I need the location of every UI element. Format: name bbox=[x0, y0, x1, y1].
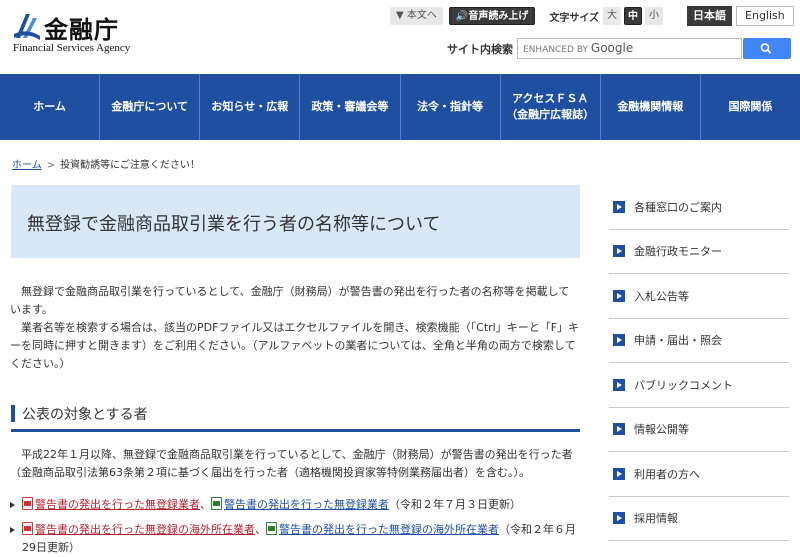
sidebar-item-contact-windows[interactable]: 各種窓口のご案内 bbox=[609, 185, 789, 230]
download-link-list: 警告書の発出を行った無登録業者、 警告書の発出を行った無登録業者（令和２年７月３日… bbox=[10, 496, 585, 557]
nav-access-fsa[interactable]: アクセスＦＳＡ （金融庁広報誌） bbox=[501, 74, 601, 140]
sidebar-item-applications[interactable]: 申請・届出・照会 bbox=[609, 319, 789, 363]
google-logo: Google bbox=[590, 41, 634, 55]
section-heading: 公表の対象とする者 bbox=[11, 402, 580, 432]
nav-laws-guidelines[interactable]: 法令・指針等 bbox=[401, 74, 501, 140]
sidebar-item-label: 入札公告等 bbox=[634, 289, 689, 303]
sidebar-item-label: パブリックコメント bbox=[634, 378, 733, 392]
overseas-unregistered-dealers-excel-link[interactable]: 警告書の発出を行った無登録の海外所在業者 bbox=[279, 523, 499, 536]
section-heading-bar bbox=[11, 405, 15, 422]
link-separator: 、 bbox=[255, 523, 266, 536]
page-title-box: 無登録で金融商品取引業を行う者の名称等について bbox=[11, 185, 580, 258]
bullet-arrow-icon bbox=[10, 502, 15, 508]
sidebar-item-admin-monitor[interactable]: 金融行政モニター bbox=[609, 230, 789, 274]
search-enhanced-label: ENHANCED BY bbox=[523, 45, 591, 55]
speaker-icon: 🔊 bbox=[455, 11, 469, 22]
font-size-large-button[interactable]: 大 bbox=[603, 7, 622, 25]
pdf-icon bbox=[22, 497, 33, 510]
nav-news-pr[interactable]: お知らせ・広報 bbox=[200, 74, 301, 140]
excel-icon bbox=[266, 522, 277, 535]
skip-to-content-button[interactable]: ▼ 本文へ bbox=[390, 7, 443, 25]
list-item: 警告書の発出を行った無登録の海外所在業者、 警告書の発出を行った無登録の海外所在業… bbox=[10, 521, 585, 557]
chevron-right-icon bbox=[613, 245, 625, 258]
sidebar-item-tenders[interactable]: 入札公告等 bbox=[609, 274, 789, 319]
lang-japanese-button[interactable]: 日本語 bbox=[687, 6, 733, 26]
chevron-right-icon bbox=[613, 512, 625, 525]
search-icon bbox=[760, 43, 772, 54]
unregistered-dealers-excel-link[interactable]: 警告書の発出を行った無登録業者 bbox=[224, 498, 389, 511]
sidebar-item-public-comment[interactable]: パブリックコメント bbox=[609, 363, 789, 408]
chevron-right-icon bbox=[613, 289, 625, 302]
chevron-right-icon bbox=[613, 467, 625, 480]
sidebar-item-label: 採用情報 bbox=[634, 512, 678, 526]
overseas-unregistered-dealers-pdf-link[interactable]: 警告書の発出を行った無登録の海外所在業者 bbox=[35, 523, 255, 536]
read-aloud-label: 音声読み上げ bbox=[468, 11, 529, 22]
font-size-medium-button[interactable]: 中 bbox=[624, 7, 643, 25]
site-header: 金融庁 Financial Services Agency ▼ 本文へ 🔊音声読… bbox=[0, 0, 800, 74]
unregistered-dealers-pdf-link[interactable]: 警告書の発出を行った無登録業者 bbox=[35, 498, 200, 511]
chevron-right-icon bbox=[613, 378, 625, 391]
lang-english-button[interactable]: English bbox=[736, 6, 794, 26]
sidebar-item-for-users[interactable]: 利用者の方へ bbox=[609, 452, 789, 497]
logo-title: 金融庁 bbox=[44, 15, 119, 44]
nav-international[interactable]: 国際関係 bbox=[701, 74, 800, 140]
sidebar-item-label: 申請・届出・照会 bbox=[634, 334, 722, 348]
page-title: 無登録で金融商品取引業を行う者の名称等について bbox=[27, 214, 441, 235]
breadcrumb-current: 投資勧誘等にご注意ください！ bbox=[60, 160, 200, 171]
logo-subtitle: Financial Services Agency bbox=[13, 42, 131, 54]
font-size-small-button[interactable]: 小 bbox=[645, 7, 664, 25]
update-note: （令和２年７月３日更新） bbox=[389, 498, 521, 511]
section-body: 平成22年１月以降、無登録で金融商品取引業を行っているとして、金融庁（財務局）が… bbox=[10, 446, 580, 482]
font-size-label: 文字サイズ bbox=[549, 12, 600, 24]
sidebar-item-label: 利用者の方へ bbox=[634, 467, 700, 481]
section-paragraph: 平成22年１月以降、無登録で金融商品取引業を行っているとして、金融庁（財務局）が… bbox=[10, 448, 573, 479]
section-heading-text: 公表の対象とする者 bbox=[22, 407, 148, 423]
nav-about-fsa[interactable]: 金融庁について bbox=[100, 74, 201, 140]
sidebar-item-info-disclosure[interactable]: 情報公開等 bbox=[609, 408, 789, 452]
breadcrumb-separator: > bbox=[46, 160, 56, 171]
intro-text: 無登録で金融商品取引業を行っているとして、金融庁（財務局）が警告書の発出を行った… bbox=[10, 283, 580, 373]
nav-financial-institutions[interactable]: 金融機関情報 bbox=[601, 74, 701, 140]
fsa-logo[interactable]: 金融庁 Financial Services Agency bbox=[12, 8, 152, 58]
chevron-right-icon bbox=[613, 334, 625, 347]
excel-icon bbox=[211, 497, 222, 510]
site-search-label: サイト内検索 bbox=[447, 43, 513, 56]
sidebar-item-label: 情報公開等 bbox=[634, 423, 689, 437]
search-input[interactable]: ENHANCED BY Google bbox=[517, 38, 742, 59]
utility-bar: ▼ 本文へ 🔊音声読み上げ 文字サイズ 大 中 小 日本語 English bbox=[390, 6, 794, 26]
read-aloud-button[interactable]: 🔊音声読み上げ bbox=[448, 7, 536, 25]
sidebar-item-label: 各種窓口のご案内 bbox=[634, 200, 722, 214]
sidebar: 各種窓口のご案内 金融行政モニター 入札公告等 申請・届出・照会 パブリックコメ… bbox=[609, 185, 789, 541]
breadcrumb: ホーム > 投資勧誘等にご注意ください！ bbox=[12, 156, 200, 171]
bullet-arrow-icon bbox=[10, 527, 15, 533]
nav-policy-councils[interactable]: 政策・審議会等 bbox=[300, 74, 401, 140]
chevron-right-icon bbox=[613, 200, 625, 213]
nav-home[interactable]: ホーム bbox=[0, 74, 101, 140]
search-button[interactable] bbox=[743, 38, 791, 59]
list-item: 警告書の発出を行った無登録業者、 警告書の発出を行った無登録業者（令和２年７月３日… bbox=[10, 496, 585, 514]
breadcrumb-home-link[interactable]: ホーム bbox=[12, 160, 42, 171]
sidebar-item-label: 金融行政モニター bbox=[634, 245, 722, 259]
fsa-logo-mark-icon bbox=[14, 14, 40, 40]
intro-paragraph: 業者名等を検索する場合は、該当のPDFファイル又はエクセルファイルを開き、検索機… bbox=[10, 321, 580, 370]
sidebar-item-recruitment[interactable]: 採用情報 bbox=[609, 497, 789, 541]
pdf-icon bbox=[22, 522, 33, 535]
chevron-right-icon bbox=[613, 423, 625, 436]
link-separator: 、 bbox=[200, 498, 211, 511]
global-nav: ホーム 金融庁について お知らせ・広報 政策・審議会等 法令・指針等 アクセスＦ… bbox=[0, 74, 800, 140]
intro-paragraph: 無登録で金融商品取引業を行っているとして、金融庁（財務局）が警告書の発出を行った… bbox=[10, 285, 570, 316]
